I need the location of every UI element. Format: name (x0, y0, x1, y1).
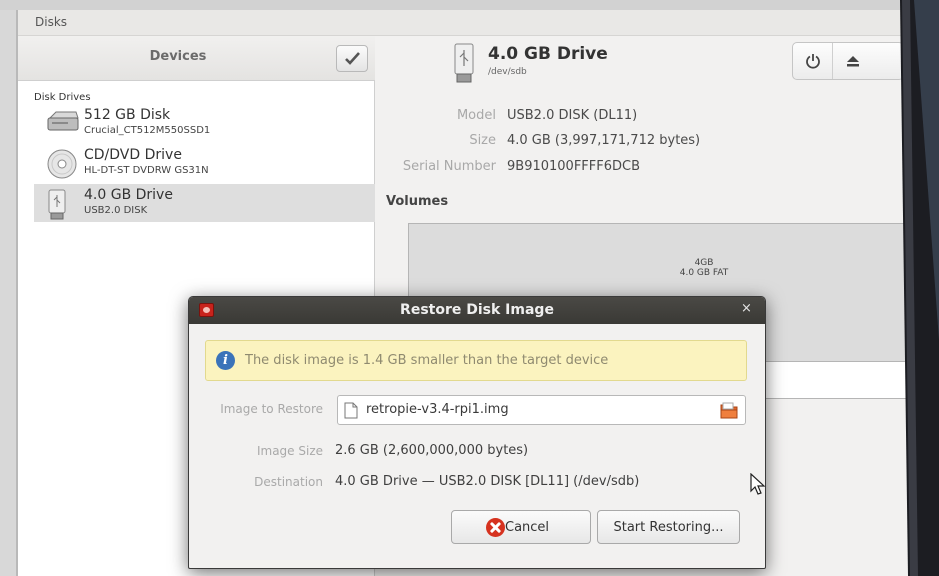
device-name: 512 GB Disk (84, 107, 171, 123)
dialog-titlebar: Restore Disk Image × (189, 297, 765, 324)
image-size-label: Image Size (256, 444, 323, 458)
dialog-title: Restore Disk Image (400, 302, 554, 318)
drive-device-path: /dev/sdb (488, 67, 527, 77)
sidebar-header-title: Devices (149, 49, 207, 64)
file-icon (344, 402, 358, 419)
usb-drive-icon (454, 43, 474, 83)
info-bar: i The disk image is 1.4 GB smaller than … (205, 340, 747, 381)
device-item-4gb-drive[interactable]: 4.0 GB Drive USB2.0 DISK (34, 184, 375, 222)
start-restoring-button[interactable]: Start Restoring... (597, 510, 740, 544)
volume-label: 4GB 4.0 GB FAT (644, 258, 764, 278)
property-value: 9B910100FFFF6DCB (507, 159, 641, 174)
drive-action-buttons (792, 42, 904, 80)
property-key: Size (469, 133, 496, 148)
property-value: 4.0 GB (3,997,171,712 bytes) (507, 133, 701, 148)
device-subtitle: USB2.0 DISK (84, 205, 148, 216)
property-key: Model (456, 108, 496, 123)
volumes-title: Volumes (386, 194, 449, 209)
device-bezel (900, 0, 939, 576)
destination-value: 4.0 GB Drive — USB2.0 DISK [DL11] (/dev/… (335, 474, 640, 489)
device-item-512gb-disk[interactable]: 512 GB Disk Crucial_CT512M550SSD1 (34, 104, 375, 142)
power-icon (806, 54, 820, 69)
image-size-value: 2.6 GB (2,600,000,000 bytes) (335, 443, 529, 458)
cancel-button-label: Cancel (505, 520, 550, 535)
window-titlebar: Disks (18, 10, 939, 36)
folder-icon (720, 402, 738, 419)
volume-fs: 4.0 GB FAT (679, 268, 729, 278)
device-name: CD/DVD Drive (84, 147, 182, 163)
image-file-name: retropie-v3.4-rpi1.img (366, 402, 509, 417)
destination-label: Destination (254, 475, 323, 489)
select-mode-button[interactable] (336, 45, 368, 72)
disk-drives-group-label: Disk Drives (34, 92, 91, 103)
power-off-button[interactable] (793, 43, 833, 79)
device-subtitle: HL-DT-ST DVDRW GS31N (84, 165, 209, 176)
eject-button[interactable] (833, 43, 873, 79)
cancel-button[interactable]: Cancel (451, 510, 591, 544)
property-value: USB2.0 DISK (DL11) (507, 108, 638, 123)
sidebar-header: Devices (18, 36, 375, 81)
image-file-chooser[interactable]: retropie-v3.4-rpi1.img (337, 395, 746, 425)
top-strip (0, 0, 939, 10)
restore-disk-image-dialog: Restore Disk Image × i The disk image is… (188, 296, 766, 569)
usb-drive-icon (48, 189, 66, 220)
optical-drive-icon (47, 149, 77, 179)
device-item-cd-dvd-drive[interactable]: CD/DVD Drive HL-DT-ST DVDRW GS31N (34, 144, 375, 182)
mouse-cursor-icon (750, 473, 766, 495)
window-title: Disks (35, 15, 68, 29)
image-to-restore-label: Image to Restore (220, 402, 323, 416)
drive-title: 4.0 GB Drive (488, 44, 608, 64)
info-icon: i (216, 351, 235, 370)
device-name: 4.0 GB Drive (84, 187, 173, 203)
cancel-icon (486, 518, 505, 537)
device-subtitle: Crucial_CT512M550SSD1 (84, 125, 211, 136)
start-restoring-label: Start Restoring... (613, 520, 724, 535)
property-key: Serial Number (402, 159, 496, 174)
eject-icon (847, 56, 859, 67)
close-icon[interactable]: × (741, 301, 752, 316)
check-icon (345, 52, 360, 65)
info-message: The disk image is 1.4 GB smaller than th… (245, 353, 609, 368)
volume-size: 4GB (694, 258, 714, 268)
hard-disk-icon (47, 111, 79, 131)
